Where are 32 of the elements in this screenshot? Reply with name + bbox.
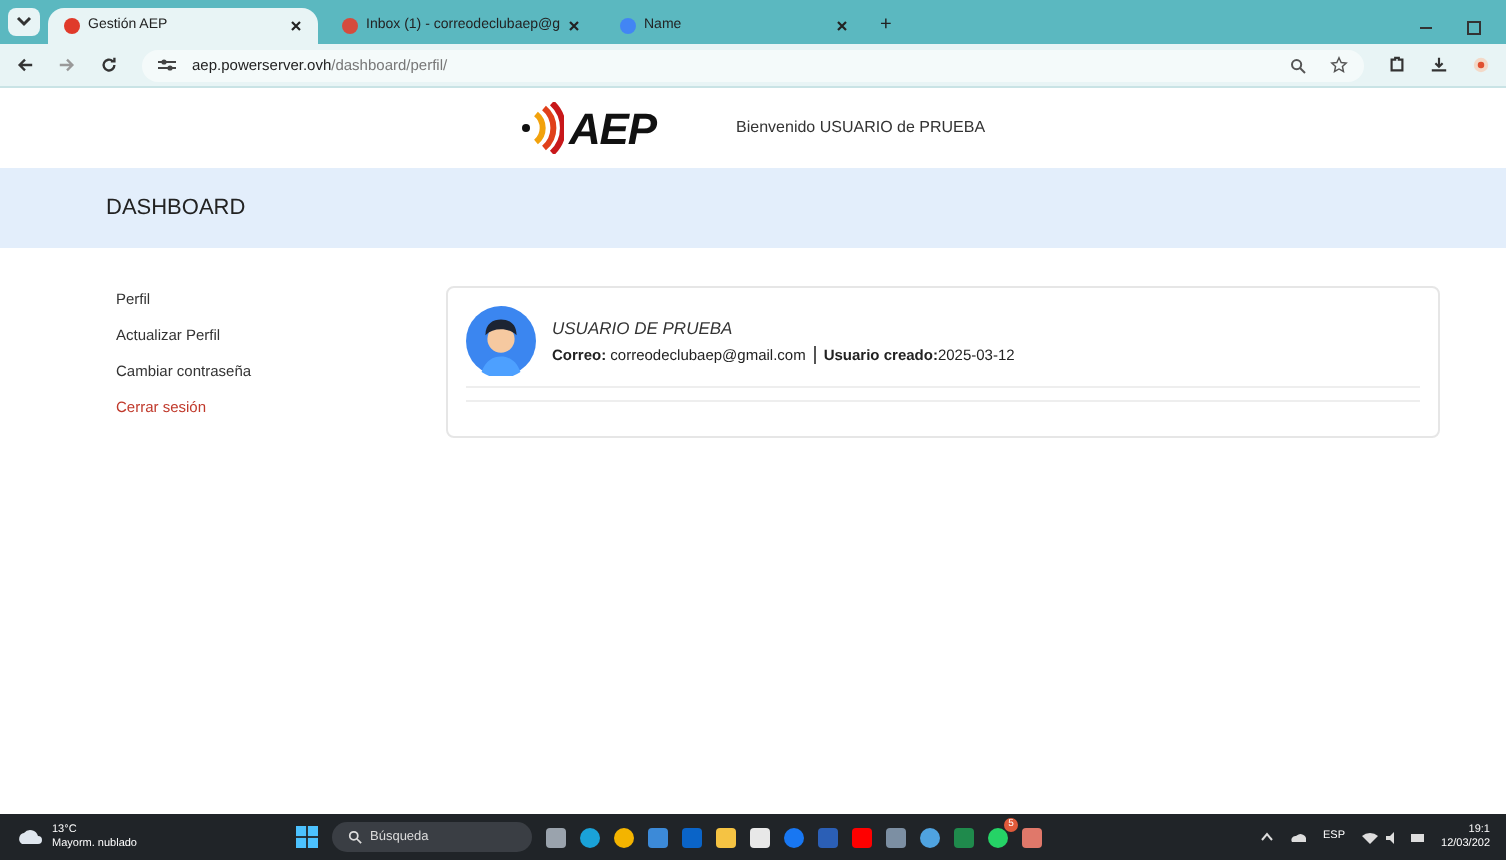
forward-icon[interactable] [58, 56, 76, 74]
profile-icon[interactable] [1472, 56, 1490, 74]
battery-icon[interactable] [1409, 831, 1426, 843]
reload-icon[interactable] [100, 56, 118, 74]
search-icon [348, 830, 362, 844]
favicon-icon [64, 18, 80, 34]
dashboard-title: DASHBOARD [106, 193, 246, 224]
new-tab-button[interactable]: + [872, 10, 900, 40]
download-icon[interactable] [1430, 56, 1448, 74]
close-icon[interactable] [568, 20, 580, 32]
favicon-icon [620, 18, 636, 34]
signal-waves-icon [520, 102, 565, 154]
wifi-icon[interactable] [1361, 831, 1378, 843]
restore-icon[interactable] [1466, 20, 1482, 36]
chevron-up-icon[interactable] [1259, 832, 1274, 842]
cloud-icon[interactable] [1289, 832, 1308, 842]
cloud-icon[interactable] [16, 828, 44, 846]
avatar-icon [466, 306, 536, 376]
user-name: USUARIO DE PRUEBA [552, 315, 735, 341]
site-settings-icon[interactable] [158, 58, 176, 72]
star-icon[interactable] [1330, 56, 1348, 74]
favicon-icon [342, 18, 358, 34]
welcome-text: Bienvenido USUARIO de PRUEBA [736, 116, 986, 140]
zoom-icon[interactable] [1290, 57, 1306, 73]
close-icon[interactable] [290, 20, 302, 32]
aep-logo: AEP [520, 95, 657, 161]
caret-icon [16, 16, 32, 28]
tab-search-button[interactable] [8, 8, 40, 36]
close-icon[interactable] [836, 20, 848, 32]
start-icon[interactable] [296, 826, 318, 848]
back-icon[interactable] [16, 56, 34, 74]
extensions-icon[interactable] [1388, 56, 1406, 74]
